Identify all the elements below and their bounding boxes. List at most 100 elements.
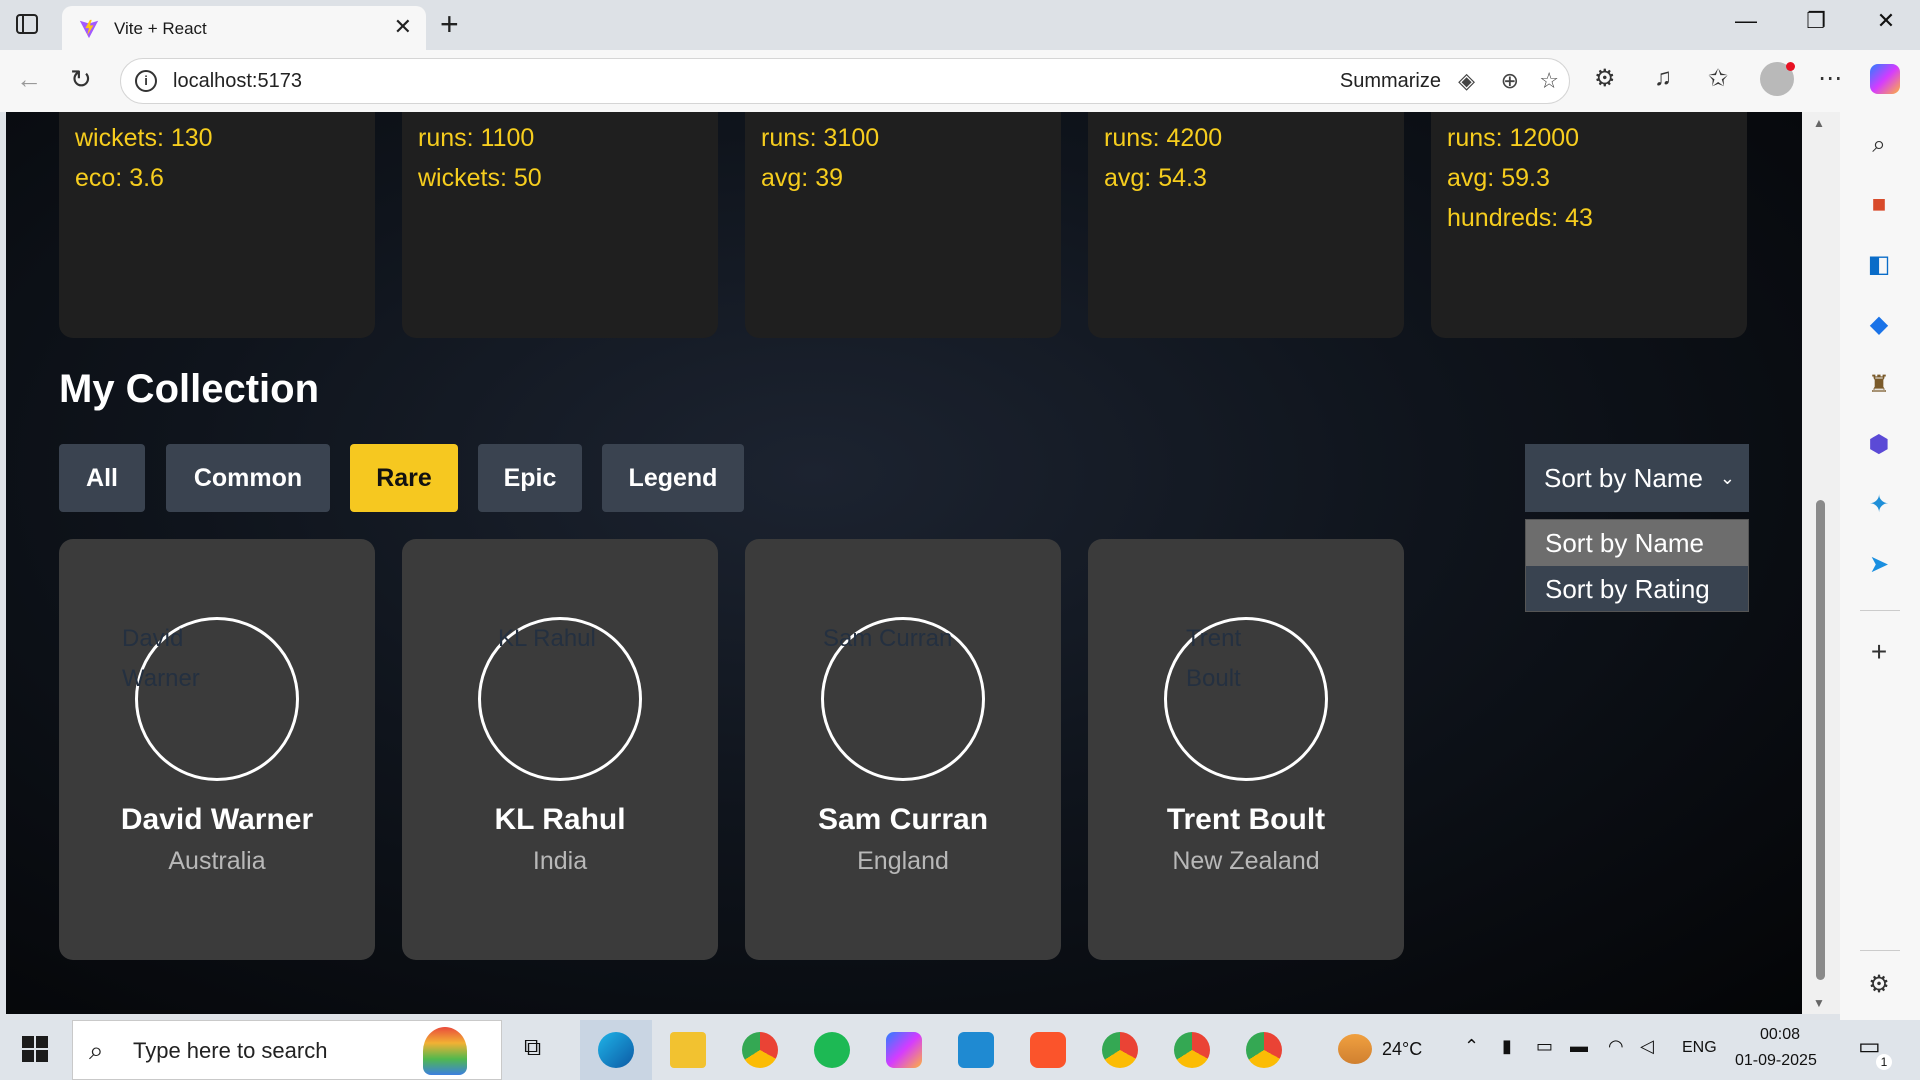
chrome-profile-icon[interactable] <box>1174 1032 1210 1068</box>
task-view-icon[interactable]: ⧉ <box>524 1034 541 1062</box>
search-icon: ⌕ <box>89 1035 104 1065</box>
back-icon[interactable]: ← <box>16 64 42 95</box>
top-card[interactable]: runs: 3100 avg: 39 <box>745 112 1061 338</box>
summarize-button[interactable]: Summarize <box>1340 70 1441 93</box>
browser-tabbar: Vite + React ✕ + — ❐ ✕ <box>0 0 1920 50</box>
games-icon[interactable]: ♜ <box>1864 370 1894 400</box>
site-info-icon[interactable]: i <box>135 70 157 92</box>
portrait-alt-text: David Warner <box>122 625 200 692</box>
page-viewport: wickets: 130 eco: 3.6 runs: 1100 wickets… <box>6 112 1802 1014</box>
favorite-star-icon[interactable]: ☆ <box>1539 68 1559 94</box>
player-country: India <box>532 847 588 875</box>
card-stat: avg: 54.3 <box>1104 164 1207 192</box>
weather-icon[interactable] <box>1338 1034 1372 1064</box>
temperature[interactable]: 24°C <box>1382 1039 1422 1060</box>
filter-common-button[interactable]: Common <box>166 444 330 512</box>
copilot-icon[interactable] <box>1870 64 1900 94</box>
m365-icon[interactable]: ⬢ <box>1864 430 1894 460</box>
tools-icon[interactable]: ■ <box>1864 190 1894 220</box>
sort-select[interactable]: Sort by Name ⌄ <box>1525 444 1749 512</box>
scrollbar-thumb[interactable] <box>1816 500 1825 980</box>
address-bar[interactable]: i localhost:5173 Summarize ◈ ⊕ ☆ <box>120 58 1570 104</box>
search-icon[interactable]: ⌕ <box>1864 130 1894 160</box>
send-icon[interactable]: ➤ <box>1864 550 1894 580</box>
card-stat: hundreds: 43 <box>1447 204 1593 232</box>
brave-icon[interactable] <box>1030 1032 1066 1068</box>
close-tab-icon[interactable]: ✕ <box>394 14 412 40</box>
filter-epic-button[interactable]: Epic <box>478 444 582 512</box>
player-name: David Warner <box>120 803 314 836</box>
card-stat: wickets: 50 <box>418 164 542 192</box>
card-stat: eco: 3.6 <box>75 164 164 192</box>
clock-time[interactable]: 00:08 <box>1760 1026 1800 1044</box>
taskbar-search-box[interactable]: ⌕ Type here to search <box>72 1020 502 1080</box>
spotify-icon[interactable] <box>814 1032 850 1068</box>
minimize-icon[interactable]: — <box>1716 8 1776 34</box>
designer-icon[interactable]: ✦ <box>1864 490 1894 520</box>
windows-start-icon[interactable] <box>22 1036 48 1062</box>
chrome-icon[interactable] <box>742 1032 778 1068</box>
tablet-icon[interactable]: ▭ <box>1536 1036 1553 1057</box>
top-card[interactable]: wickets: 130 eco: 3.6 <box>59 112 375 338</box>
wifi-icon[interactable]: ◠ <box>1608 1036 1624 1057</box>
volume-icon[interactable]: ◁ <box>1640 1036 1654 1057</box>
notification-dot <box>1786 62 1795 71</box>
top-card[interactable]: runs: 12000 avg: 59.3 hundreds: 43 <box>1431 112 1747 338</box>
browser-toolbar: ← ↻ i localhost:5173 Summarize ◈ ⊕ ☆ ⚙ ♫… <box>0 50 1920 112</box>
microphone-icon[interactable]: ▮ <box>1502 1036 1512 1057</box>
copilot-app-icon[interactable] <box>886 1032 922 1068</box>
url-text[interactable]: localhost:5173 <box>173 70 302 93</box>
browser-tab[interactable]: Vite + React ✕ <box>62 6 426 50</box>
chrome-profile-icon[interactable] <box>1102 1032 1138 1068</box>
player-card[interactable]: KL Rahul KL Rahul India <box>402 539 718 960</box>
page-scrollbar[interactable]: ▲ ▼ <box>1802 112 1840 1014</box>
scroll-up-icon[interactable]: ▲ <box>1813 116 1825 130</box>
add-icon[interactable]: + <box>1864 637 1894 667</box>
top-card[interactable]: runs: 1100 wickets: 50 <box>402 112 718 338</box>
shopping-tag-icon[interactable]: ◆ <box>1864 310 1894 340</box>
restore-icon[interactable]: ❐ <box>1786 8 1846 34</box>
extensions-icon[interactable]: ⚙ <box>1594 64 1616 93</box>
filter-rare-button[interactable]: Rare <box>350 444 458 512</box>
card-stat: runs: 12000 <box>1447 124 1580 152</box>
tab-title: Vite + React <box>114 19 207 38</box>
language-indicator[interactable]: ENG <box>1682 1039 1717 1057</box>
collection-title: My Collection <box>59 367 320 411</box>
vscode-icon[interactable] <box>958 1032 994 1068</box>
taskbar-search-placeholder: Type here to search <box>133 1038 328 1063</box>
clock-date[interactable]: 01-09-2025 <box>1735 1052 1817 1070</box>
zoom-icon[interactable]: ⊕ <box>1501 68 1519 94</box>
player-country: New Zealand <box>1172 847 1320 875</box>
more-menu-icon[interactable]: ⋯ <box>1818 64 1842 93</box>
battery-icon[interactable]: ▬ <box>1570 1036 1588 1057</box>
scroll-down-icon[interactable]: ▼ <box>1813 996 1825 1010</box>
player-card[interactable]: Sam Curran Sam Curran England <box>745 539 1061 960</box>
outlook-icon[interactable]: ◧ <box>1864 250 1894 280</box>
windows-taskbar: ⌕ Type here to search ⧉ 24°C ⌃ ▮ ▭ ▬ ◠ ◁… <box>0 1020 1920 1080</box>
sort-dropdown-menu: Sort by Name Sort by Rating <box>1525 519 1749 612</box>
tab-actions-icon[interactable] <box>16 14 38 34</box>
sort-option-rating[interactable]: Sort by Rating <box>1526 566 1748 612</box>
close-window-icon[interactable]: ✕ <box>1856 8 1916 34</box>
card-stat: avg: 59.3 <box>1447 164 1550 192</box>
portrait-alt-text: Trent Boult <box>1186 625 1242 692</box>
sort-option-name[interactable]: Sort by Name <box>1526 520 1748 566</box>
chrome-profile-icon[interactable] <box>1246 1032 1282 1068</box>
filter-legend-button[interactable]: Legend <box>602 444 744 512</box>
filter-all-button[interactable]: All <box>59 444 145 512</box>
edge-app-icon[interactable] <box>598 1032 634 1068</box>
summarize-icon[interactable]: ◈ <box>1458 68 1475 94</box>
favorites-icon[interactable]: ✩ <box>1708 64 1728 93</box>
refresh-icon[interactable]: ↻ <box>70 64 92 95</box>
new-tab-icon[interactable]: + <box>440 6 459 43</box>
card-stat: runs: 4200 <box>1104 124 1223 152</box>
file-explorer-icon[interactable] <box>670 1032 706 1068</box>
player-card[interactable]: David Warner David Warner Australia <box>59 539 375 960</box>
card-stat: runs: 3100 <box>761 124 880 152</box>
sidebar-divider <box>1860 950 1900 951</box>
player-card[interactable]: Trent Boult Trent Boult New Zealand <box>1088 539 1404 960</box>
top-card[interactable]: runs: 4200 avg: 54.3 <box>1088 112 1404 338</box>
settings-gear-icon[interactable]: ⚙ <box>1864 970 1894 1000</box>
media-icon[interactable]: ♫ <box>1654 64 1672 92</box>
chevron-up-icon[interactable]: ⌃ <box>1464 1036 1479 1057</box>
